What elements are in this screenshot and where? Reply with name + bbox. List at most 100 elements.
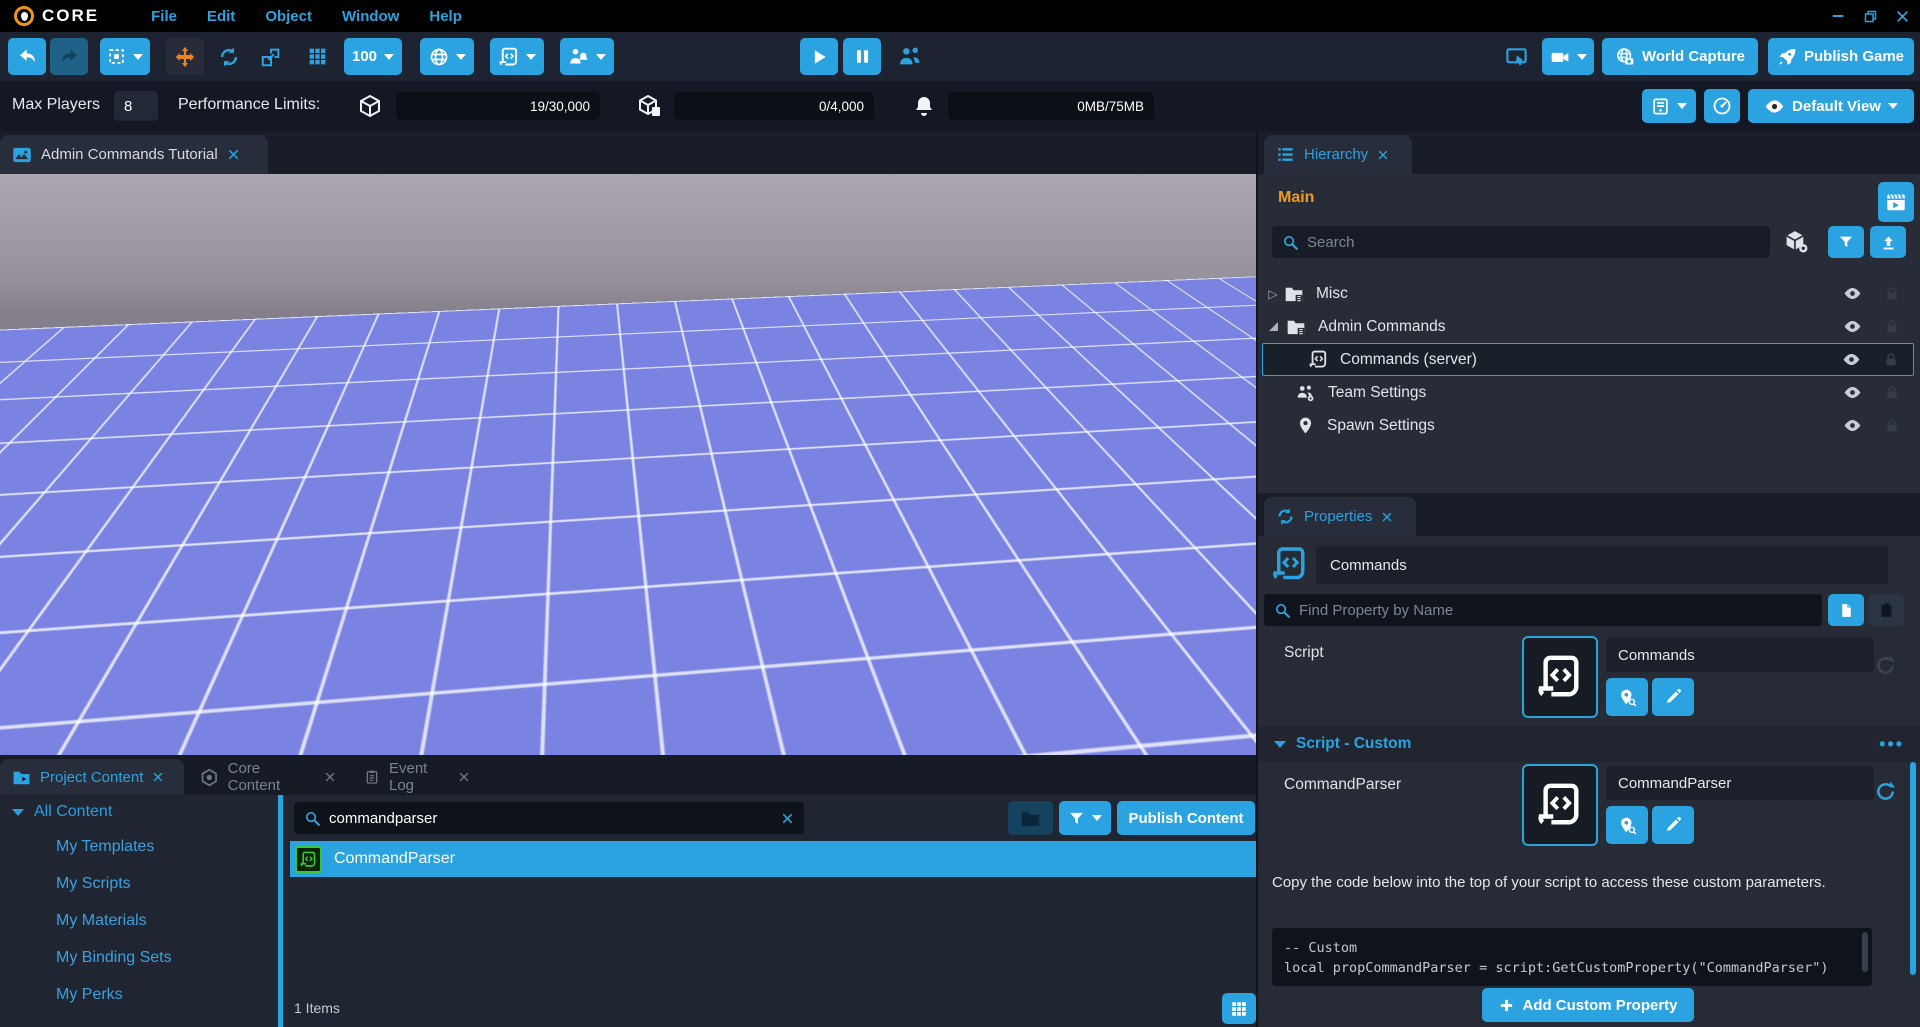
content-search-input[interactable] [329, 810, 773, 827]
menu-object[interactable]: Object [265, 8, 312, 25]
rotate-tool-button[interactable] [212, 38, 246, 75]
multiplayer-preview-button[interactable] [890, 38, 930, 75]
move-tool-button[interactable] [166, 38, 204, 75]
capture-dropdown[interactable] [1542, 38, 1594, 75]
event-log-close-icon[interactable] [458, 771, 470, 783]
open-folder-button[interactable] [1008, 801, 1053, 835]
hierarchy-row-admin-commands[interactable]: Admin Commands [1262, 310, 1914, 343]
expander-collapsed-icon[interactable]: ▷ [1262, 287, 1284, 301]
clear-search-icon[interactable] [781, 812, 794, 825]
tab-project-content[interactable]: Project Content [0, 759, 184, 795]
3d-viewport[interactable] [0, 174, 1256, 755]
lock-icon[interactable] [1884, 385, 1900, 401]
lock-icon[interactable] [1884, 319, 1900, 335]
content-filter-dropdown[interactable] [1059, 801, 1111, 835]
edit-script-button[interactable] [1652, 678, 1694, 716]
grid-view-button[interactable] [1222, 993, 1256, 1024]
find-script-button[interactable] [1606, 678, 1648, 716]
tab-hierarchy[interactable]: Hierarchy [1264, 135, 1412, 174]
redo-button[interactable] [50, 38, 88, 75]
script-dropdown[interactable] [490, 38, 544, 75]
performance-button[interactable] [1704, 89, 1740, 123]
tab-core-content[interactable]: Core Content [188, 759, 348, 795]
lock-icon[interactable] [1884, 418, 1900, 434]
hierarchy-search-input[interactable] [1307, 234, 1760, 251]
paste-properties-button[interactable] [1868, 594, 1904, 626]
scene-tab-close-icon[interactable] [227, 148, 240, 161]
content-item-commandparser[interactable]: CommandParser [290, 841, 1256, 877]
tab-event-log[interactable]: Event Log [352, 759, 482, 795]
visibility-eye-icon[interactable] [1843, 317, 1862, 336]
snap-grid-button[interactable] [300, 38, 334, 75]
visibility-eye-icon[interactable] [1842, 350, 1861, 369]
property-search-input[interactable] [1299, 602, 1812, 619]
code-scrollbar[interactable] [1862, 932, 1868, 972]
world-settings-dropdown[interactable] [420, 38, 474, 75]
hierarchy-tab-close-icon[interactable] [1377, 149, 1389, 161]
sidebar-item-my-materials[interactable]: My Materials [56, 912, 147, 930]
visibility-eye-icon[interactable] [1843, 416, 1862, 435]
grid-size-dropdown[interactable]: 100 [344, 38, 402, 75]
storage-dropdown[interactable] [1642, 89, 1696, 123]
world-capture-button[interactable]: World Capture [1602, 38, 1758, 75]
lock-icon[interactable] [1884, 286, 1900, 302]
edit-custom-asset-button[interactable] [1652, 806, 1694, 844]
hierarchy-row-misc[interactable]: ▷ Misc [1262, 277, 1914, 310]
panel-splitter[interactable] [278, 795, 283, 1027]
close-button[interactable] [1894, 8, 1910, 24]
scale-tool-button[interactable] [254, 38, 288, 75]
undo-button[interactable] [8, 38, 46, 75]
hierarchy-row-team-settings[interactable]: Team Settings [1262, 376, 1914, 409]
menu-file[interactable]: File [151, 8, 177, 25]
publish-game-button[interactable]: Publish Game [1768, 38, 1914, 75]
copy-properties-button[interactable] [1828, 594, 1864, 626]
reset-script-icon[interactable] [1874, 654, 1897, 677]
custom-value-field[interactable]: CommandParser [1606, 766, 1874, 800]
sidebar-item-my-templates[interactable]: My Templates [56, 838, 154, 856]
sidebar-item-my-binding-sets[interactable]: My Binding Sets [56, 949, 172, 967]
publish-content-button[interactable]: Publish Content [1117, 801, 1255, 835]
transform-gizmo[interactable] [512, 388, 772, 608]
sidebar-item-my-perks[interactable]: My Perks [56, 986, 123, 1004]
expander-expanded-icon[interactable] [1269, 322, 1278, 331]
menu-window[interactable]: Window [342, 8, 399, 25]
hierarchy-row-spawn-settings[interactable]: Spawn Settings [1262, 409, 1914, 442]
find-custom-asset-button[interactable] [1606, 806, 1648, 844]
script-asset-box[interactable] [1522, 636, 1598, 718]
script-custom-section-header[interactable]: Script - Custom ••• [1258, 726, 1920, 762]
menu-help[interactable]: Help [429, 8, 462, 25]
script-value-field[interactable]: Commands [1606, 638, 1874, 672]
menu-edit[interactable]: Edit [207, 8, 235, 25]
default-view-dropdown[interactable]: Default View [1748, 89, 1914, 123]
core-content-close-icon[interactable] [324, 771, 336, 783]
hierarchy-row-commands-server[interactable]: Commands (server) [1262, 343, 1914, 376]
cinematic-button[interactable] [1878, 182, 1914, 222]
object-name-input[interactable] [1316, 546, 1888, 584]
add-custom-property-button[interactable]: Add Custom Property [1482, 988, 1694, 1022]
tab-scene[interactable]: Admin Commands Tutorial [0, 135, 268, 174]
custom-property-code-block[interactable]: -- Custom local propCommandParser = scri… [1272, 928, 1872, 986]
sidebar-item-my-scripts[interactable]: My Scripts [56, 875, 131, 893]
select-tool-button[interactable] [100, 38, 150, 75]
max-players-input[interactable] [114, 91, 158, 121]
hierarchy-filter-button[interactable] [1828, 226, 1864, 258]
restore-button[interactable] [1862, 8, 1878, 24]
show-templates-icon[interactable] [1784, 229, 1809, 254]
properties-tab-close-icon[interactable] [1381, 511, 1393, 523]
play-button[interactable] [800, 38, 838, 75]
properties-scrollbar[interactable] [1910, 762, 1916, 975]
tree-root-all-content[interactable]: All Content [12, 803, 112, 821]
minimize-button[interactable] [1830, 8, 1846, 24]
player-events-dropdown[interactable] [560, 38, 614, 75]
lock-icon[interactable] [1883, 352, 1899, 368]
screen-share-button[interactable] [1498, 38, 1534, 75]
project-content-close-icon[interactable] [152, 771, 164, 783]
pause-button[interactable] [843, 38, 881, 75]
reset-custom-property-icon[interactable] [1874, 780, 1897, 803]
custom-script-asset-box[interactable] [1522, 764, 1598, 846]
visibility-eye-icon[interactable] [1843, 284, 1862, 303]
section-menu-icon[interactable]: ••• [1879, 734, 1904, 755]
tab-properties[interactable]: Properties [1264, 497, 1416, 536]
export-button[interactable] [1870, 226, 1906, 258]
visibility-eye-icon[interactable] [1843, 383, 1862, 402]
